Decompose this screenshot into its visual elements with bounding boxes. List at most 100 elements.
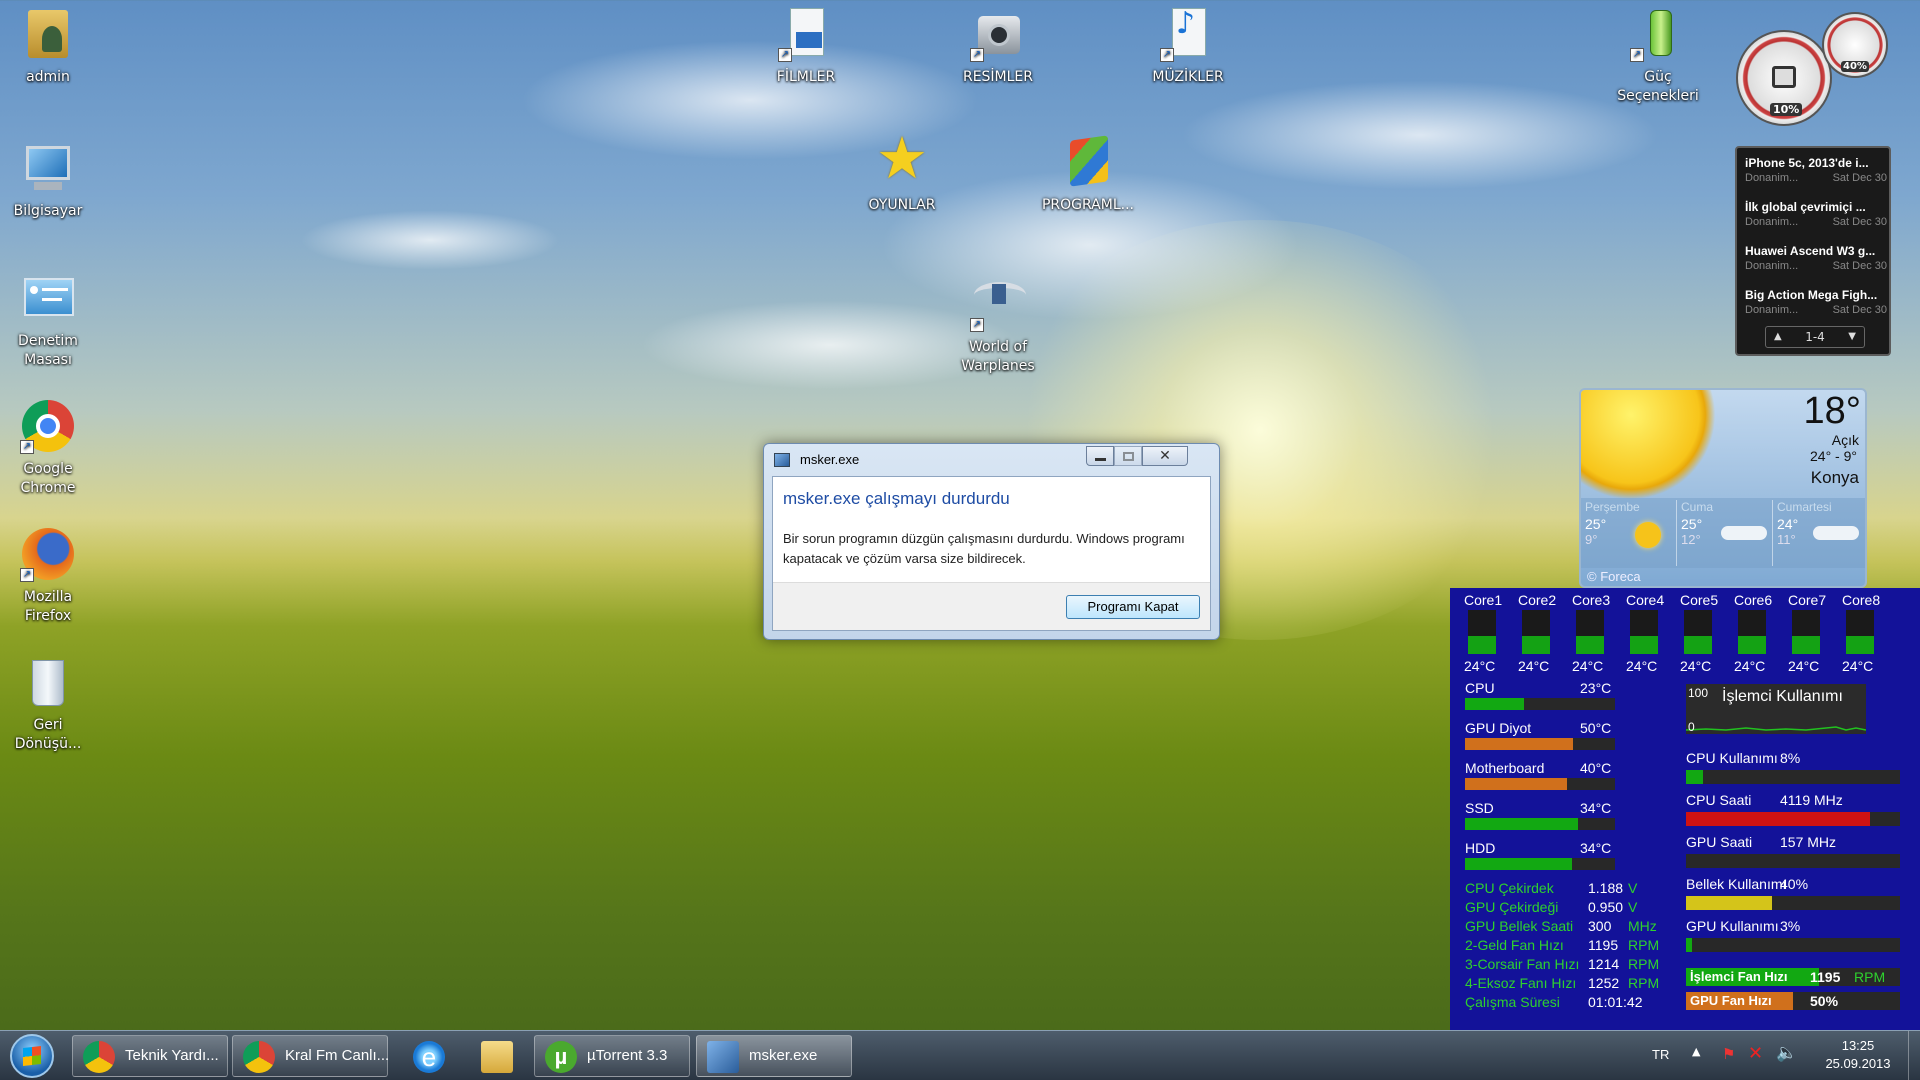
start-button[interactable] (10, 1034, 54, 1078)
pager-up-icon[interactable]: ▲ (1774, 327, 1782, 347)
detail-value: 1252 (1588, 975, 1620, 991)
close-button[interactable]: ✕ (1142, 446, 1188, 466)
film-folder-icon: ↗ (778, 6, 834, 62)
weather-credit[interactable]: © Foreca (1587, 569, 1641, 584)
desktop-icon-games[interactable]: ★ OYUNLAR (854, 126, 950, 215)
detail-value: 1.188 (1588, 880, 1624, 896)
show-desktop-button[interactable] (1908, 1031, 1920, 1080)
fan-value: 50% (1810, 993, 1839, 1009)
desktop-icon-admin[interactable]: admin (0, 6, 96, 87)
graph-title: İşlemci Kullanımı (1722, 688, 1843, 705)
forecast-day: Perşembe 25° 9° (1585, 500, 1677, 566)
desktop-icon-firefox[interactable]: ↗ Mozilla Firefox (0, 526, 96, 626)
core-name: Core4 (1626, 592, 1665, 608)
news-date: Sat Dec 30 (1832, 216, 1887, 228)
desktop-icon-computer[interactable]: Bilgisayar (0, 140, 96, 221)
news-item[interactable]: İlk global çevrimiçi ... Donanim... Sat De… (1745, 200, 1887, 228)
stat-value: 4119 MHz (1780, 792, 1843, 808)
icon-label: World of Warplanes (961, 339, 1035, 374)
taskbar-button-ie[interactable]: e (398, 1035, 460, 1077)
fan-name: GPU Fan Hızı (1690, 993, 1772, 1008)
close-program-button[interactable]: Programı Kapat (1066, 595, 1200, 619)
graph-max: 100 (1688, 686, 1709, 700)
recycle-bin-icon (20, 654, 76, 710)
detail-value: 300 (1588, 918, 1612, 934)
maximize-icon (1123, 452, 1134, 461)
sensor-name: GPU Diyot (1465, 720, 1532, 736)
icon-label: Bilgisayar (13, 203, 83, 219)
taskbar: Teknik Yardı... Kral Fm Canlı... e µ µTo… (0, 1030, 1920, 1080)
detail-value: 0.950 (1588, 899, 1624, 915)
sensor-value: 23°C (1580, 680, 1612, 696)
desktop-icon-power-options[interactable]: ↗ Güç Seçenekleri (1610, 6, 1706, 106)
forecast-low: 9° (1585, 532, 1598, 547)
news-item[interactable]: Huawei Ascend W3 g... Donanim... Sat Dec 3… (1745, 244, 1887, 272)
sensor-value: 34°C (1580, 800, 1612, 816)
desktop-icon-programs[interactable]: PROGRAML... (1040, 134, 1136, 215)
stat-name: CPU Kullanımı (1686, 750, 1778, 766)
sensor-bar (1465, 698, 1615, 710)
sensor-bar (1465, 858, 1615, 870)
core-name: Core2 (1518, 592, 1557, 608)
sun-small-icon (1635, 522, 1661, 548)
stat-name: GPU Saati (1686, 834, 1753, 850)
taskbar-button-explorer[interactable] (466, 1035, 528, 1077)
forecast-day-name: Cuma (1681, 500, 1714, 514)
windows-logo-icon (23, 1046, 41, 1066)
clock-date: 25.09.2013 (1825, 1056, 1891, 1071)
taskbar-label: µTorrent 3.3 (587, 1047, 668, 1064)
forecast-strip: Perşembe 25° 9° Cuma 25° 12° Cumartesi 2… (1581, 498, 1865, 568)
news-item[interactable]: Big Action Mega Figh... Donanim... Sat Dec… (1745, 288, 1887, 316)
dialog-title: msker.exe (800, 452, 860, 467)
app-window-icon (707, 1041, 739, 1073)
network-error-icon[interactable]: ✕ (1748, 1043, 1763, 1064)
volume-icon[interactable]: 🔈 (1776, 1043, 1797, 1063)
control-panel-icon (20, 270, 76, 326)
desktop-icon-pictures[interactable]: ↗ RESİMLER (950, 6, 1046, 87)
minimize-button[interactable] (1086, 446, 1114, 466)
taskbar-button-chrome-1[interactable]: Teknik Yardı... (72, 1035, 228, 1077)
sun-icon (1581, 390, 1721, 500)
sensor-name: HDD (1465, 840, 1496, 856)
taskbar-button-utorrent[interactable]: µ µTorrent 3.3 (534, 1035, 690, 1077)
news-item[interactable]: iPhone 5c, 2013'de i... Donanim... Sat Dec… (1745, 156, 1887, 184)
pager-down-icon[interactable]: ▼ (1848, 327, 1856, 347)
user-folder-icon (20, 6, 76, 62)
core-name: Core7 (1788, 592, 1827, 608)
core-name: Core6 (1734, 592, 1773, 608)
detail-name: 2-Geld Fan Hızı (1465, 937, 1564, 953)
sensor-bar-fill (1465, 858, 1572, 870)
forecast-high: 25° (1585, 516, 1607, 532)
clock[interactable]: 13:25 25.09.2013 (1818, 1037, 1898, 1073)
desktop-icon-chrome[interactable]: ↗ Google Chrome (0, 398, 96, 498)
chrome-icon (83, 1041, 115, 1073)
shortcut-arrow-icon: ↗ (970, 48, 984, 62)
taskbar-button-msker[interactable]: msker.exe (696, 1035, 852, 1077)
dialog-heading: msker.exe çalışmayı durdurdu (783, 489, 1010, 508)
stat-name: GPU Kullanımı (1686, 918, 1779, 934)
desktop-icon-recycle-bin[interactable]: Geri Dönüşü... (0, 654, 96, 754)
desktop-icon-films[interactable]: ↗ FİLMLER (758, 6, 854, 87)
stat-value: 157 MHz (1780, 834, 1837, 850)
dialog-content: msker.exe çalışmayı durdurdu Bir sorun p… (772, 476, 1211, 631)
icon-label: OYUNLAR (868, 197, 936, 213)
detail-unit: MHz (1628, 918, 1657, 934)
detail-unit: RPM (1628, 937, 1660, 953)
desktop-icon-warplanes[interactable]: ↗ World of Warplanes (950, 276, 1046, 376)
core-temp: 24°C (1518, 658, 1550, 674)
sensor-name: Motherboard (1465, 760, 1545, 776)
desktop-icon-control-panel[interactable]: Denetim Masası (0, 270, 96, 370)
clock-time: 13:25 (1841, 1038, 1875, 1053)
utorrent-icon: µ (545, 1041, 577, 1073)
desktop-icon-music[interactable]: ♪ ↗ MÜZİKLER (1140, 6, 1236, 87)
show-hidden-icons-icon[interactable]: ▲ (1692, 1045, 1700, 1058)
taskbar-button-chrome-2[interactable]: Kral Fm Canlı... (232, 1035, 389, 1077)
core-temp-fill (1522, 636, 1550, 654)
language-indicator[interactable]: TR (1652, 1047, 1669, 1062)
dialog-message: Bir sorun programın düzgün çalışmasını d… (783, 531, 1185, 566)
core-temp: 24°C (1680, 658, 1712, 674)
core-temp-fill (1846, 636, 1874, 654)
maximize-button[interactable] (1114, 446, 1142, 466)
shortcut-arrow-icon: ↗ (1630, 48, 1644, 62)
action-center-icon[interactable]: ⚑ (1722, 1045, 1735, 1063)
